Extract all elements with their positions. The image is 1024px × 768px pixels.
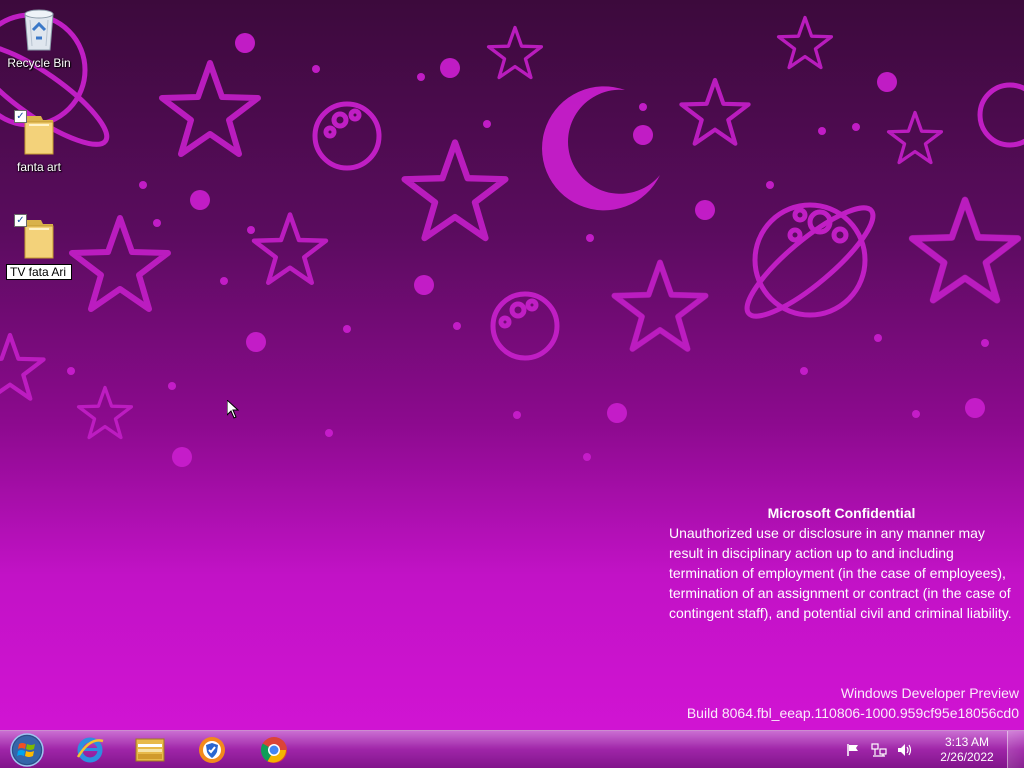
rename-textbox[interactable]: TV fata Ari: [6, 264, 72, 280]
desktop-icon-label: fanta art: [16, 160, 62, 174]
desktop[interactable]: Recycle Bin ✓ fanta art ✓ TV fata Ari Mi…: [0, 0, 1024, 768]
internet-explorer-icon: [76, 737, 104, 763]
taskbar: 3:13 AM 2/26/2022: [0, 730, 1024, 768]
desktop-icon-label: Recycle Bin: [7, 56, 71, 70]
show-desktop-button[interactable]: [1007, 731, 1024, 768]
mouse-cursor-icon: [227, 400, 239, 419]
volume-button[interactable]: [896, 741, 914, 759]
chrome-icon: [260, 737, 287, 763]
taskbar-shield-browser[interactable]: [184, 733, 240, 767]
build-edition: Windows Developer Preview: [840, 685, 1019, 701]
selection-checkbox[interactable]: ✓: [14, 110, 27, 123]
recycle-bin-icon: [24, 9, 54, 51]
desktop-icon-tv-fata-ari[interactable]: ✓ TV fata Ari: [1, 214, 77, 280]
clock-date: 2/26/2022: [940, 750, 994, 764]
desktop-icon-fanta-art[interactable]: ✓ fanta art: [1, 110, 77, 174]
system-tray: 3:13 AM 2/26/2022: [844, 731, 998, 768]
desktop-icon-recycle-bin[interactable]: Recycle Bin: [1, 6, 77, 70]
clock-time: 3:13 AM: [944, 735, 990, 749]
start-button[interactable]: [0, 733, 54, 767]
taskbar-clock[interactable]: 3:13 AM 2/26/2022: [936, 735, 998, 765]
network-button[interactable]: [870, 741, 888, 759]
selection-checkbox[interactable]: ✓: [14, 214, 27, 227]
action-center-button[interactable]: [844, 741, 862, 759]
action-center-flag-icon: [847, 744, 858, 756]
build-info: Windows Developer Preview Build 8064.fbl…: [687, 683, 1019, 723]
shield-browser-icon: [199, 737, 225, 763]
watermark-body: Unauthorized use or disclosure in any ma…: [669, 525, 1012, 621]
build-number: Build 8064.fbl_eeap.110806-1000.959cf95e…: [686, 705, 1019, 721]
taskbar-chrome[interactable]: [246, 733, 302, 767]
confidential-watermark: Microsoft Confidential Unauthorized use …: [669, 503, 1014, 623]
file-explorer-icon: [135, 738, 165, 762]
windows-orb-icon: [10, 733, 44, 767]
volume-icon: [898, 744, 912, 756]
taskbar-internet-explorer[interactable]: [62, 733, 118, 767]
network-icon: [871, 743, 887, 757]
watermark-title: Microsoft Confidential: [767, 505, 916, 521]
taskbar-file-explorer[interactable]: [122, 733, 178, 767]
